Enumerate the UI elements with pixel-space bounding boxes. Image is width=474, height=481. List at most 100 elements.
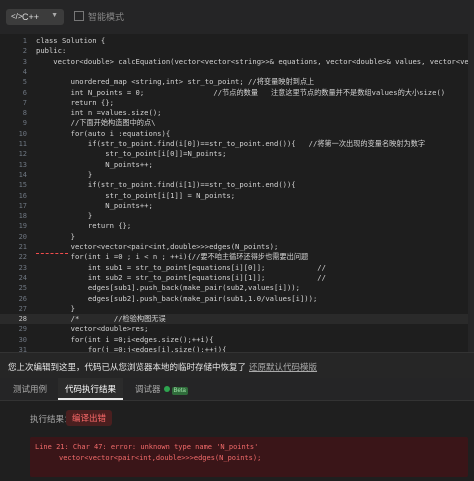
line-number: 4 <box>22 67 27 76</box>
line-number: 19 <box>18 222 27 231</box>
line-number: 5 <box>22 78 27 87</box>
line-number: 30 <box>18 335 27 344</box>
line-number: 22 <box>18 253 27 262</box>
chevron-down-icon: ▼ <box>51 12 58 19</box>
code-line[interactable]: 23 int sub1 = str_to_point[equations[i][… <box>0 263 474 273</box>
line-number: 6 <box>22 88 27 97</box>
smart-mode-toggle[interactable]: 智能模式 <box>74 10 124 23</box>
line-number: 2 <box>22 47 27 56</box>
tab-execution-result-label: 代码执行结果 <box>65 384 117 394</box>
checkbox-icon <box>74 11 84 21</box>
tab-execution-result[interactable]: 代码执行结果 <box>58 378 124 400</box>
line-number: 7 <box>22 98 27 107</box>
code-text: /* //检验构图无误 <box>36 314 166 324</box>
code-line[interactable]: 31 for(j =0;j<edges[i].size();++j){ <box>0 345 474 352</box>
code-text: str_to_point[i[1]] = N_points; <box>36 190 236 200</box>
code-text: } <box>36 231 75 241</box>
code-text: int N_points = 0; //节点的数量 注意这里节点的数量并不是数组… <box>36 87 446 97</box>
code-line[interactable]: 11 if(str_to_point.find(i[0])==str_to_po… <box>0 139 474 149</box>
code-editor[interactable]: 1 class Solution {2 public: 3 vector<double… <box>0 34 474 352</box>
code-text: for(int i =0 ; i < n ; ++i){//要不咱主循环还得步也… <box>36 252 309 262</box>
code-line[interactable]: 9 //下面开始构造图中的点\ <box>0 118 474 128</box>
code-icon: </> <box>11 12 23 21</box>
code-text: int n =values.size(); <box>36 108 162 118</box>
code-line[interactable]: 24 int sub2 = str_to_point[equations[i][… <box>0 273 474 283</box>
code-text: for(j =0;j<edges[i].size();++j){ <box>36 345 227 352</box>
code-text: class Solution { <box>36 36 106 45</box>
code-text: str_to_point[i[0]]=N_points; <box>36 149 227 159</box>
code-line[interactable]: 27 } <box>0 304 474 314</box>
code-text: N_points++; <box>36 159 153 169</box>
restore-notice: 您上次编辑到这里，代码已从您浏览器本地的临时存储中恢复了 还原默认代码模版 <box>0 352 474 379</box>
tab-debugger[interactable]: 调试器 Beta <box>128 378 195 400</box>
status-badge: 编译出错 <box>66 410 113 426</box>
code-text: if(str_to_point.find(i[0])==str_to_point… <box>36 139 426 148</box>
code-text: edges[sub1].push_back(make_pair(sub2,val… <box>36 283 300 293</box>
line-number: 12 <box>18 150 27 159</box>
code-line[interactable]: 14 } <box>0 170 474 180</box>
code-line[interactable]: 10 for(auto i :equations){ <box>0 129 474 139</box>
code-line[interactable]: 28 /* //检验构图无误 <box>0 314 474 325</box>
line-number: 9 <box>22 119 27 128</box>
tab-test-cases-label: 测试用例 <box>13 384 48 394</box>
code-line[interactable]: 15 if(str_to_point.find(i[1])==str_to_po… <box>0 180 474 190</box>
code-line[interactable]: 25 edges[sub1].push_back(make_pair(sub2,… <box>0 283 474 293</box>
beta-badge: Beta <box>171 387 188 395</box>
code-text: if(str_to_point.find(i[1])==str_to_point… <box>36 180 296 190</box>
code-text: vector<double> calcEquation(vector<vecto… <box>36 56 474 66</box>
code-line[interactable]: 18 } <box>0 211 474 221</box>
line-number: 8 <box>22 109 27 118</box>
editor-toolbar: </> C++ ▼ 智能模式 <box>0 0 474 35</box>
code-line[interactable]: 16 str_to_point[i[1]] = N_points; <box>0 191 474 201</box>
code-line[interactable]: 6 int N_points = 0; //节点的数量 注意这里节点的数量并不是… <box>0 88 474 98</box>
code-text: for(auto i :equations){ <box>36 128 171 138</box>
line-number: 29 <box>18 325 27 334</box>
code-text: vector<vector<pair<int,double>>>edges(N_… <box>36 242 279 251</box>
language-select[interactable]: </> C++ ▼ <box>6 9 64 25</box>
code-text: return {}; <box>36 221 132 231</box>
code-line[interactable]: 30 for(int i =0;i<edges.size();++i){ <box>0 335 474 345</box>
result-tabs: 测试用例 代码执行结果 调试器 Beta <box>0 378 474 401</box>
code-line[interactable]: 2 public: <box>0 46 474 56</box>
error-message-line: Line 21: Char 47: error: unknown type na… <box>35 443 259 451</box>
debugger-status-icon <box>163 386 170 392</box>
line-number: 26 <box>18 294 27 303</box>
code-line[interactable]: 17 N_points++; <box>0 201 474 211</box>
code-line[interactable]: 5 unordered_map <string,int> str_to_poin… <box>0 77 474 87</box>
line-number: 15 <box>18 181 27 190</box>
line-number: 10 <box>18 129 27 138</box>
code-line[interactable]: 26 edges[sub2].push_back(make_pair(sub1,… <box>0 294 474 304</box>
error-message-box: Line 21: Char 47: error: unknown type na… <box>30 437 468 477</box>
line-number: 3 <box>22 57 27 66</box>
tab-debugger-label: 调试器 <box>135 384 161 394</box>
code-line[interactable]: 29 vector<double>res; <box>0 324 474 334</box>
code-line[interactable]: 21 vector<vector<pair<int,double>>>edges… <box>0 242 474 254</box>
code-text: public: <box>36 46 67 56</box>
line-number: 18 <box>18 212 27 221</box>
tab-test-cases[interactable]: 测试用例 <box>6 378 54 400</box>
line-number: 28 <box>18 315 27 324</box>
code-line[interactable]: 19 return {}; <box>0 221 474 231</box>
line-number: 24 <box>18 273 27 282</box>
code-line[interactable]: 3 vector<double> calcEquation(vector<vec… <box>0 57 474 67</box>
restore-default-template-link[interactable]: 还原默认代码模版 <box>249 362 317 372</box>
code-line[interactable]: 8 int n =values.size(); <box>0 108 474 118</box>
line-number: 17 <box>18 201 27 210</box>
code-line[interactable]: 20 } <box>0 232 474 242</box>
code-line[interactable]: 13 N_points++; <box>0 160 474 170</box>
code-text: vector<double>res; <box>36 324 149 334</box>
line-number: 31 <box>18 346 27 352</box>
code-text: return {}; <box>36 97 114 107</box>
code-text: } <box>36 303 75 313</box>
code-line[interactable]: 1 class Solution { <box>0 36 474 46</box>
line-number: 20 <box>18 232 27 241</box>
code-line[interactable]: 7 return {}; <box>0 98 474 108</box>
code-line[interactable]: 4 <box>0 67 474 77</box>
line-number: 25 <box>18 284 27 293</box>
code-text: for(int i =0;i<edges.size();++i){ <box>36 334 214 344</box>
code-text: int sub1 = str_to_point[equations[i][0]]… <box>36 262 326 272</box>
editor-scrollbar[interactable] <box>468 34 474 352</box>
code-line[interactable]: 12 str_to_point[i[0]]=N_points; <box>0 149 474 159</box>
code-line[interactable]: 22 for(int i =0 ; i < n ; ++i){//要不咱主循环还… <box>0 252 474 262</box>
line-number: 13 <box>18 160 27 169</box>
